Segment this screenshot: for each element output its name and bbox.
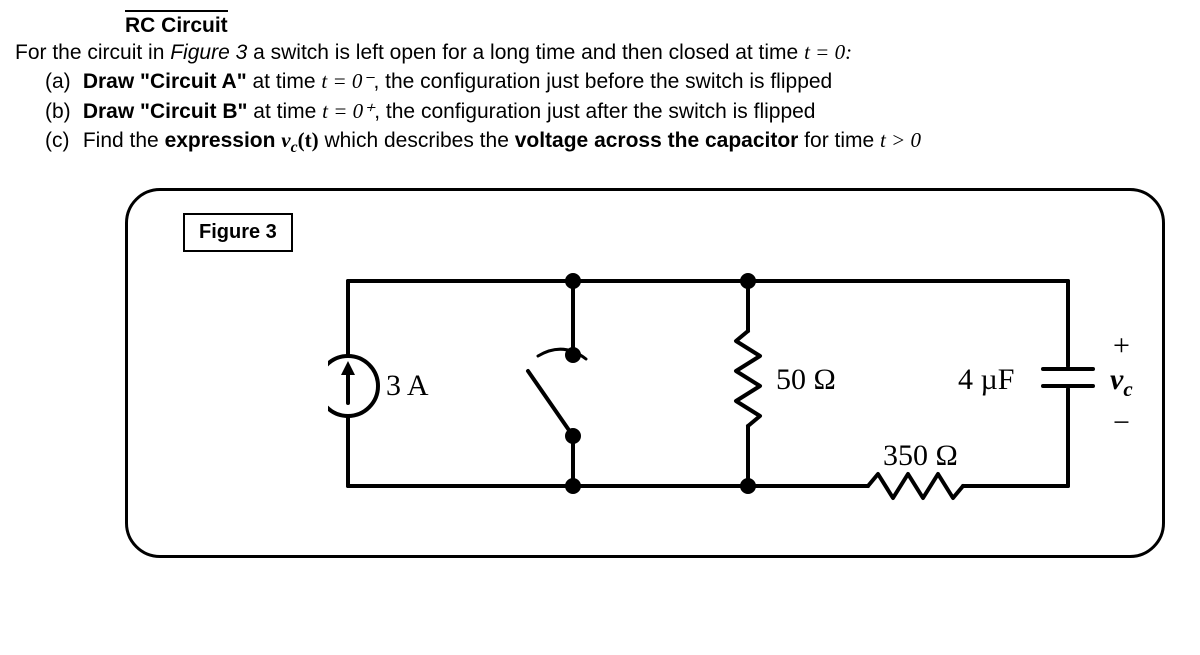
part-c-bold2: voltage across the capacitor [515,129,799,152]
part-c-label: (c) [45,127,77,155]
part-c-bold1: expression [165,129,282,152]
part-a-bold: Draw "Circuit A" [83,70,247,93]
figure-label: Figure 3 [183,213,293,252]
cap-label: 4 µF [958,363,1014,397]
part-c: (c) Find the expression vc(t) which desc… [45,126,1185,158]
part-b-label: (b) [45,98,77,126]
part-a-label: (a) [45,68,77,96]
intro-prefix: For the circuit in [15,41,170,64]
part-c-eq2: (t) [298,128,319,152]
part-b: (b) Draw "Circuit B" at time t = 0⁺, the… [45,97,1185,126]
intro-eq: t = 0: [804,40,852,64]
circuit-diagram: 3 A 50 Ω 350 Ω 4 µF + vc − [328,251,1148,541]
title: RC Circuit [125,10,228,38]
part-c-pre: Find the [83,129,165,152]
part-a-eq: t = 0⁻ [321,69,373,93]
part-c-eq: v [281,128,290,152]
part-b-bold: Draw "Circuit B" [83,100,248,123]
part-b-eq: t = 0⁺ [322,99,374,123]
r1-label: 50 Ω [776,363,836,397]
part-a: (a) Draw "Circuit A" at time t = 0⁻, the… [45,67,1185,96]
intro-figure-ref: Figure 3 [170,41,247,64]
vc-symbol: vc [1110,363,1133,402]
intro-line: For the circuit in Figure 3 a switch is … [15,38,1185,67]
vc-v: v [1110,363,1123,396]
vc-sub: c [1123,377,1132,401]
vc-plus: + [1113,329,1130,363]
part-b-tail: , the configuration just after the switc… [374,100,815,123]
title-row: RC Circuit [15,10,1185,38]
figure-frame: Figure 3 [125,188,1165,558]
part-b-mid: at time [247,100,322,123]
vc-minus: − [1113,406,1130,440]
part-a-tail: , the configuration just before the swit… [373,70,832,93]
part-c-tail: for time [798,129,880,152]
part-c-eq3: t > 0 [880,128,921,152]
intro-suffix: a switch is left open for a long time an… [247,41,804,64]
circuit-svg [328,251,1148,541]
part-a-mid: at time [247,70,322,93]
part-c-mid: which describes the [319,129,515,152]
part-c-sub: c [291,139,298,156]
source-label: 3 A [386,369,429,403]
r2-label: 350 Ω [883,439,958,473]
